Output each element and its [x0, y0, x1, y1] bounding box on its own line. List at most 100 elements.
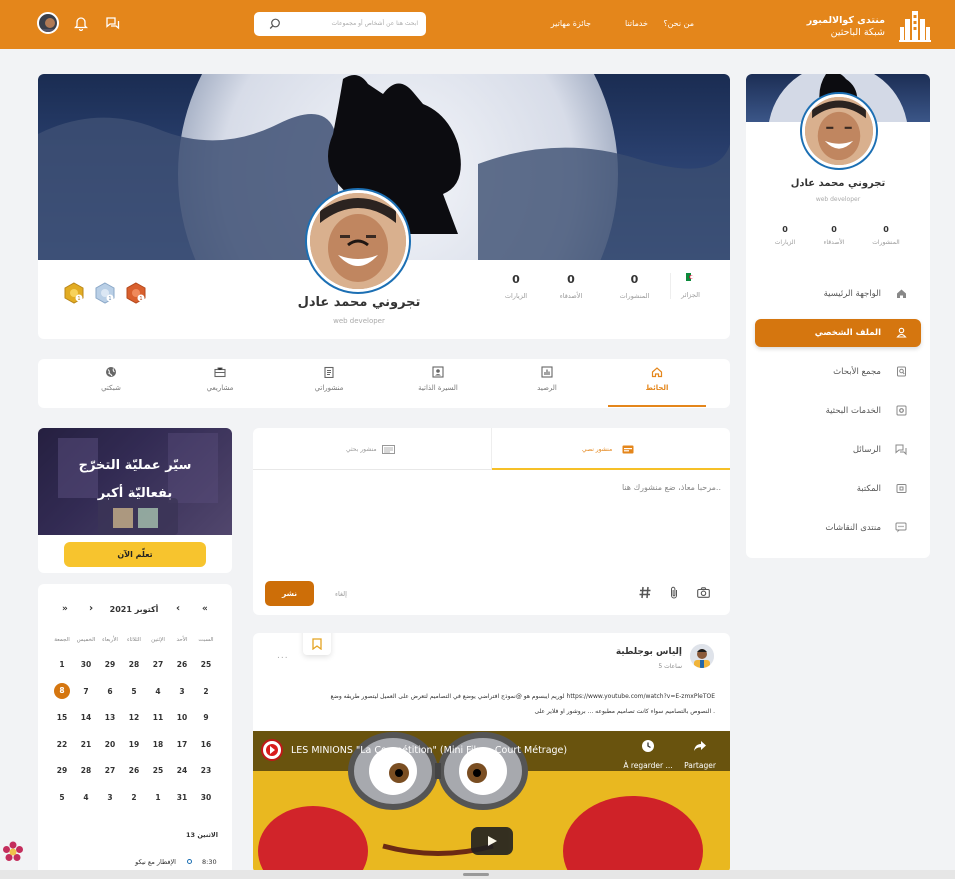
nav-award[interactable]: جائزة مهاتير: [551, 19, 591, 28]
avatar[interactable]: [37, 12, 59, 34]
cal-day[interactable]: 29: [52, 766, 72, 775]
share-button[interactable]: Partager: [678, 739, 722, 772]
cal-weekday: الخميس: [76, 637, 96, 643]
bookmark-button[interactable]: [303, 633, 331, 655]
sidebar-item-forum[interactable]: منتدى النقاشات: [755, 514, 921, 542]
tab-projects[interactable]: مشاريعي: [180, 366, 260, 392]
cal-day[interactable]: 10: [172, 713, 192, 722]
cal-day[interactable]: 11: [148, 713, 168, 722]
cal-day[interactable]: 24: [172, 766, 192, 775]
cal-next-year[interactable]: »: [62, 604, 68, 614]
cal-next-month[interactable]: ›: [89, 603, 93, 614]
cal-day[interactable]: 30: [196, 793, 216, 802]
cal-day[interactable]: 4: [76, 793, 96, 802]
composer-textarea[interactable]: مرحبا معاذ، ضع منشورك هنا..: [622, 483, 721, 492]
video-embed[interactable]: LES MINIONS "La Compétition" (Mini Film …: [253, 731, 730, 873]
sidebar-item-services[interactable]: الخدمات البحثية: [755, 397, 921, 425]
cal-day[interactable]: 6: [100, 687, 120, 696]
tab-balance[interactable]: الرصيد: [507, 366, 587, 392]
cal-day[interactable]: 12: [124, 713, 144, 722]
nav-services[interactable]: خدماتنا: [625, 19, 648, 28]
cal-day[interactable]: 4: [148, 687, 168, 696]
nav-about[interactable]: من نحن؟: [663, 19, 694, 28]
cal-day[interactable]: 15: [52, 713, 72, 722]
composer-tab-text[interactable]: منشور نصي: [492, 428, 730, 470]
cal-day[interactable]: 25: [148, 766, 168, 775]
tab-network[interactable]: شبكتي: [71, 366, 151, 392]
learn-now-button[interactable]: تعلّم الآن: [64, 542, 206, 567]
watch-later-button[interactable]: À regarder ...: [618, 739, 678, 772]
cal-prev-month[interactable]: ‹: [176, 603, 180, 614]
cal-day[interactable]: 20: [100, 740, 120, 749]
play-button[interactable]: [471, 827, 513, 855]
cal-day[interactable]: 31: [172, 793, 192, 802]
cal-day[interactable]: 18: [148, 740, 168, 749]
cal-day[interactable]: 7: [76, 687, 96, 696]
post-more-button[interactable]: ...: [277, 651, 289, 661]
cal-day[interactable]: 28: [124, 660, 144, 669]
search-box[interactable]: ابحث هنا عن أشخاص أو مجموعات: [254, 12, 426, 36]
cal-day[interactable]: 19: [124, 740, 144, 749]
cancel-button[interactable]: إلغاء: [335, 590, 347, 598]
cal-day[interactable]: 2: [124, 793, 144, 802]
cal-day[interactable]: 25: [196, 660, 216, 669]
attachment-icon[interactable]: [669, 586, 679, 599]
tab-wall[interactable]: الحائط: [617, 366, 697, 392]
sidebar-item-library[interactable]: المكتبة: [755, 475, 921, 503]
cal-day[interactable]: 1: [52, 660, 72, 669]
cal-weekday: الإثنين: [151, 637, 165, 643]
cal-day[interactable]: 16: [196, 740, 216, 749]
cal-prev-year[interactable]: «: [202, 604, 208, 614]
logo-icon[interactable]: [899, 9, 931, 43]
video-title[interactable]: LES MINIONS "La Compétition" (Mini Film …: [291, 745, 567, 756]
channel-logo-icon[interactable]: [261, 739, 283, 761]
cal-day-today[interactable]: 8: [54, 682, 70, 699]
cal-day[interactable]: 1: [148, 793, 168, 802]
cal-day[interactable]: 29: [100, 660, 120, 669]
calendar-card: « ‹ أكتوبر 2021 › » السبت الأحد الإثنين الث…: [38, 584, 232, 879]
sidebar-avatar[interactable]: [800, 92, 878, 170]
cal-day[interactable]: 27: [100, 766, 120, 775]
hashtag-icon[interactable]: [639, 586, 651, 599]
stat-visits: 0 الزيارات: [504, 273, 528, 300]
cal-day[interactable]: 2: [196, 687, 216, 696]
tab-my-posts[interactable]: منشوراتي: [289, 366, 369, 392]
bell-icon[interactable]: [74, 16, 88, 31]
horizontal-scrollbar[interactable]: [0, 870, 955, 879]
cal-day[interactable]: 26: [172, 660, 192, 669]
cal-day[interactable]: 21: [76, 740, 96, 749]
cal-day[interactable]: 17: [172, 740, 192, 749]
post-author-name[interactable]: إلياس بوجلطية: [616, 647, 682, 657]
agenda-event[interactable]: 8:30 الإفطار مع نيكو: [38, 856, 232, 870]
cal-day[interactable]: 14: [76, 713, 96, 722]
profile-photo[interactable]: [305, 188, 411, 294]
bronze-badge-icon[interactable]: 1: [125, 282, 147, 308]
sidebar-item-home[interactable]: الواجهة الرئيسية: [755, 280, 921, 308]
cal-day[interactable]: 5: [124, 687, 144, 696]
cal-day[interactable]: 28: [76, 766, 96, 775]
sidebar-item-messages[interactable]: الرسائل: [755, 436, 921, 464]
publish-button[interactable]: نشر: [265, 581, 314, 606]
sidebar-item-profile[interactable]: الملف الشخصي: [755, 319, 921, 347]
assistant-flower-icon[interactable]: [2, 841, 24, 863]
sidebar-item-research[interactable]: مجمع الأبحاث: [755, 358, 921, 386]
cal-day[interactable]: 3: [172, 687, 192, 696]
composer-tab-research[interactable]: منشور بحثي: [253, 428, 492, 470]
cal-day[interactable]: 9: [196, 713, 216, 722]
cal-day[interactable]: 13: [100, 713, 120, 722]
cal-day[interactable]: 26: [124, 766, 144, 775]
cal-day[interactable]: 27: [148, 660, 168, 669]
stat-country: الجزائر: [670, 273, 710, 299]
cal-day[interactable]: 3: [100, 793, 120, 802]
cal-day[interactable]: 5: [52, 793, 72, 802]
search-icon: [269, 18, 280, 29]
cal-day[interactable]: 23: [196, 766, 216, 775]
post-author-avatar[interactable]: [690, 644, 714, 668]
camera-icon[interactable]: [697, 587, 710, 598]
silver-badge-icon[interactable]: 1: [94, 282, 116, 308]
cal-day[interactable]: 22: [52, 740, 72, 749]
cal-day[interactable]: 30: [76, 660, 96, 669]
gold-badge-icon[interactable]: 1: [63, 282, 85, 308]
tab-cv[interactable]: السيرة الذاتية: [398, 366, 478, 392]
messages-icon[interactable]: [105, 16, 120, 31]
